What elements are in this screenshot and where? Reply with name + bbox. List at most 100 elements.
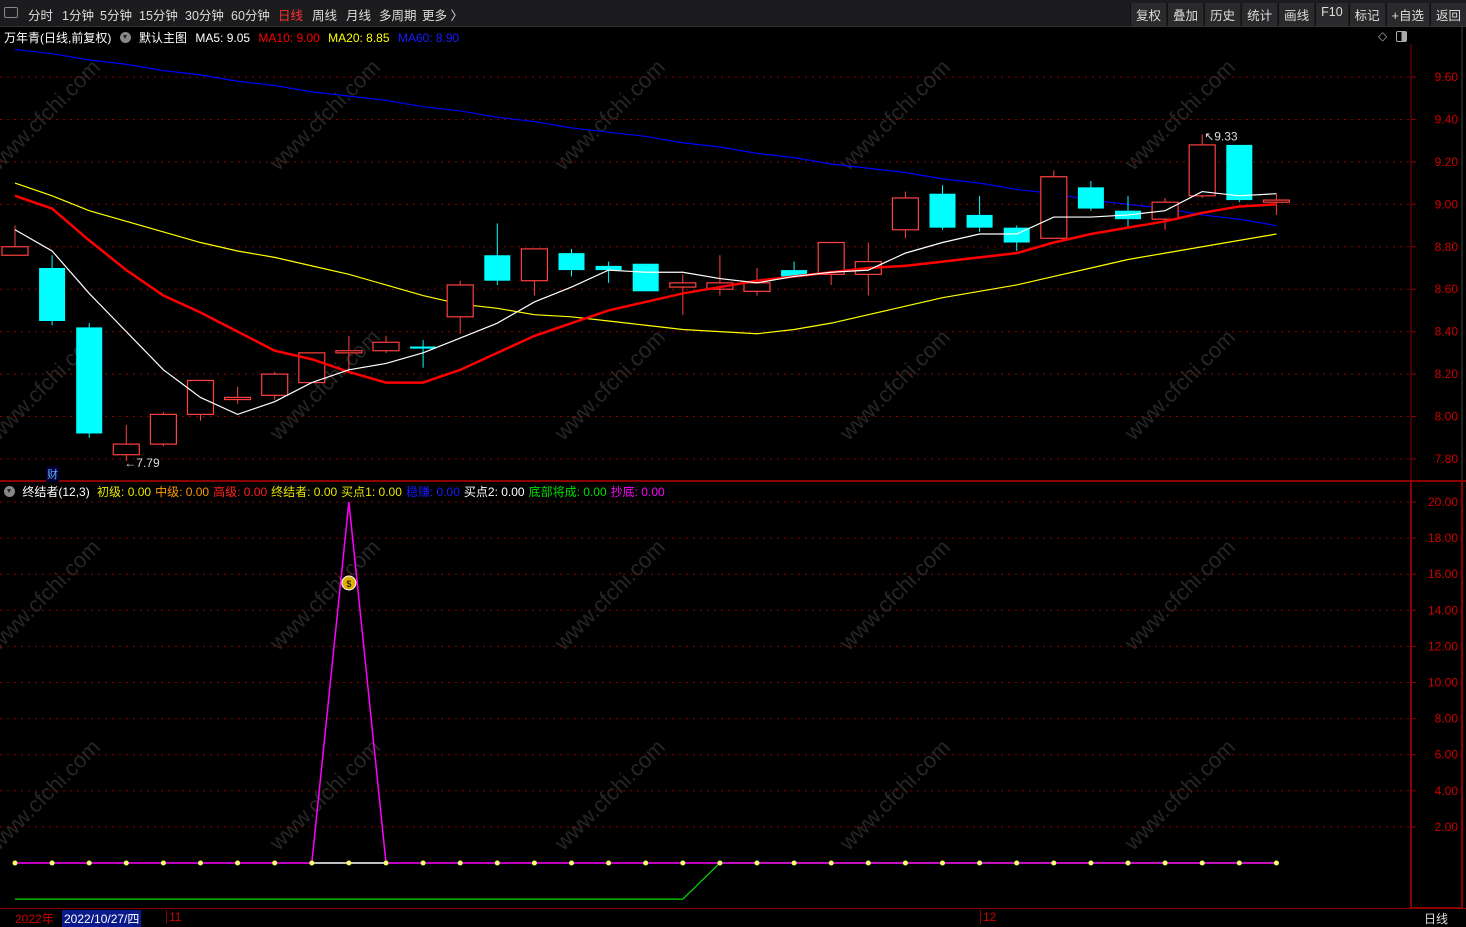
ma20-value: MA20: 8.85 [328,31,390,45]
candle-down [39,267,66,322]
finance-marker[interactable]: 财 [46,466,59,482]
indicator-value: 抄底: 0.00 [610,485,665,499]
signal-dot [1273,860,1279,866]
watermark: www.cfchi.com [264,534,385,655]
candle-up [891,197,920,231]
indicator-tick-label: 14.00 [1428,603,1458,617]
candle-up [1188,144,1216,197]
ma60-value: MA60: 8.90 [397,31,460,45]
signal-dot [235,860,241,866]
signal-dot [1199,860,1205,866]
candle-up [669,282,697,288]
indicator-value: 中级: 0.00 [155,485,210,499]
dropdown-icon[interactable] [119,32,131,43]
indicator-tick-label: 8.00 [1435,712,1459,726]
signal-dot [198,860,203,866]
kline-chart[interactable]: www.cfchi.com www.cfchi.com www.cfchi.com w… [0,0,1466,925]
signal-dot [643,860,649,866]
signal-dot [680,860,686,866]
signal-dot [309,860,315,866]
watermark: www.cfchi.com [834,534,955,655]
candle-down [929,193,956,228]
candle-up [1,246,29,256]
indicator-value: 高级: 0.00 [213,485,268,499]
signal-dot [1125,860,1131,866]
signal-dot [494,860,500,866]
price-tick-label: 8.00 [1435,410,1459,424]
signal-dot [383,860,389,866]
panel-toggle-icon[interactable] [1396,31,1407,42]
candle-up [520,248,549,282]
indicator-tick-label: 10.00 [1428,676,1458,690]
watermark: www.cfchi.com [264,54,385,175]
cursor-date: 2022/10/27/四 [62,910,142,927]
signal-dot [1162,860,1168,866]
watermark: www.cfchi.com [834,324,955,445]
indicator-name[interactable]: 终结者(12,3) [22,485,89,499]
signal-dot [1051,860,1057,866]
signal-dot [123,860,129,866]
signal-dot [160,860,166,866]
candle-down [1226,144,1253,201]
indicator-tick-label: 20.00 [1428,495,1458,509]
watermark: www.cfchi.com [549,54,670,175]
bottom-forming-line [15,862,1277,900]
signal-dot [791,860,797,866]
price-tick-label: 9.00 [1435,197,1459,211]
signal-dot [754,860,760,866]
candle-up [149,413,177,445]
watermark: www.cfchi.com [1119,734,1240,855]
watermark: www.cfchi.com [0,54,105,175]
candle-down [632,263,659,292]
indicator-tick-label: 12.00 [1428,639,1458,653]
signal-dot [717,860,723,866]
candle-up [224,396,252,401]
candle-up [1040,176,1068,239]
candle-up [817,241,845,275]
watermark: www.cfchi.com [0,534,105,655]
candle-up [261,373,289,396]
watermark: www.cfchi.com [834,734,955,855]
signal-dot [569,860,574,866]
month-label-12: 12 [980,910,996,924]
price-tick-label: 9.60 [1435,70,1459,84]
watermark: www.cfchi.com [1119,534,1240,655]
signal-dot [272,860,278,866]
signal-dot [346,860,352,866]
candle-up [446,284,474,318]
signal-dot [1236,860,1242,866]
indicator-value: 稳赚: 0.00 [405,485,460,499]
candle-up [1262,199,1291,203]
signal-dot [420,860,426,866]
indicator-value: 买点2: 0.00 [463,485,525,499]
watermark: www.cfchi.com [264,734,385,855]
indicator-tick-label: 4.00 [1435,784,1459,798]
watermark: www.cfchi.com [549,324,670,445]
main-chart-selector[interactable]: 默认主图 [139,31,187,45]
indicator-value: 买点1: 0.00 [341,485,402,499]
candle-down [1077,187,1104,209]
signal-dot [12,860,18,866]
indicator-tick-label: 6.00 [1435,748,1459,762]
indicator-value: 终结者: 0.00 [271,485,338,499]
signal-dot [1088,860,1094,866]
price-tick-label: 8.80 [1435,240,1459,254]
candle-up [372,341,400,352]
watermark: www.cfchi.com [549,534,670,655]
signal-dot [86,860,92,866]
signal-dot [457,860,463,866]
diamond-icon[interactable]: ◇ [1378,29,1387,43]
signal-dot [49,860,55,866]
candle-down [595,265,622,271]
price-tick-label: 9.40 [1435,112,1459,126]
candle-down [558,253,585,271]
candle-up [335,350,363,354]
signal-dot [531,860,537,866]
main-chart-info: 万年青(日线,前复权) 默认主图 MA5: 9.05 MA10: 9.00 MA… [4,29,464,46]
price-tick-label: 8.40 [1435,325,1459,339]
signal-dot [940,860,945,866]
dropdown-icon[interactable] [4,486,15,497]
signal-dot [977,860,983,866]
indicator-value: 底部将成: 0.00 [528,485,607,499]
watermark: www.cfchi.com [549,734,670,855]
